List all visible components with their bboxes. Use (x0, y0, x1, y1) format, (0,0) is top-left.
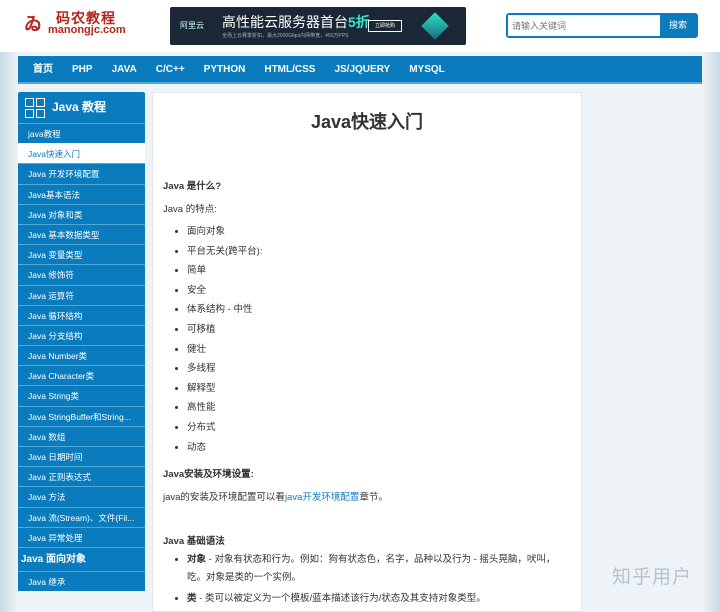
ad-headline-text: 高性能云服务器首台 (222, 14, 348, 30)
feature-item: 解释型 (187, 379, 571, 399)
install-link[interactable]: java开发环境配置 (285, 492, 359, 503)
nav-js-jquery[interactable]: JS/JQUERY (334, 56, 390, 82)
section-heading: Java 基础语法 (163, 536, 225, 548)
header: ゐ 码农教程 manongjc.com 阿里云 高性能云服务器首台5折 全场上云… (0, 0, 720, 52)
sidebar-item[interactable]: Java 基本数据类型 (18, 223, 145, 245)
search-input[interactable] (508, 15, 664, 36)
nav-java[interactable]: JAVA (112, 56, 137, 82)
sidebar-item[interactable]: Java 修饰符 (18, 264, 145, 285)
list-item: 类 - 类可以被定义为一个模板/蓝本描述该行为/状态及其支持对象类型。 (187, 590, 571, 608)
feature-item: 安全 (187, 281, 571, 301)
sidebar-item[interactable]: Java 方法 (18, 486, 145, 507)
ad-discount: 5折 (348, 14, 370, 30)
features-label: Java 的特点: (163, 204, 217, 215)
site-logo[interactable]: ゐ 码农教程 manongjc.com (20, 8, 130, 38)
nav-html-css[interactable]: HTML/CSS (264, 56, 315, 82)
page-title: Java快速入门 (310, 112, 424, 132)
basics-list: 对象 - 对象有状态和行为。例如：狗有状态色，名字，品种以及行为 - 摇头晃脑，… (187, 551, 571, 608)
grid-icon (25, 98, 45, 118)
sidebar-item[interactable]: Java Number类 (18, 345, 145, 366)
sidebar-item[interactable]: Java基本语法 (18, 183, 145, 204)
sidebar-item[interactable]: Java 循环结构 (18, 304, 145, 325)
nav-home[interactable]: 首页 (33, 56, 53, 82)
article: Java快速入门 Java 是什么? Java 的特点: 面向对象平台无关(跨平… (152, 92, 582, 612)
feature-item: 健壮 (187, 340, 571, 360)
ad-headline: 高性能云服务器首台5折 (222, 12, 370, 32)
nav-mysql[interactable]: MYSQL (409, 56, 445, 82)
sidebar-group-oop[interactable]: Java 面向对象 (18, 546, 145, 571)
sidebar-item[interactable]: Java 开发环境配置 (18, 163, 145, 184)
sidebar: Java 教程 java教程 Java快速入门 Java 开发环境配置 Java基本语… (18, 92, 145, 592)
sidebar-item[interactable]: Java Character类 (18, 365, 145, 386)
watermark: 知乎用户 (612, 567, 693, 588)
term: 对象 (187, 554, 207, 566)
logo-icon: ゐ (24, 14, 42, 34)
ad-subtext: 全场上云赛季折扣，最大2000Gbps内网带宽，450万PPS (222, 33, 349, 39)
feature-item: 平台无关(跨平台): (187, 242, 571, 262)
sidebar-item[interactable]: Java String类 (18, 385, 145, 406)
install-paragraph: java的安装及环境配置可以看java开发环境配置章节。 (163, 489, 571, 503)
sidebar-item[interactable]: Java 变量类型 (18, 244, 145, 265)
sidebar-item[interactable]: Java 运算符 (18, 284, 145, 305)
search-box: 搜索 (506, 13, 698, 38)
sidebar-title: Java 教程 (52, 100, 107, 114)
sidebar-item[interactable]: Java 对象和类 (18, 203, 145, 224)
section-heading: Java安装及环境设置: (163, 469, 254, 481)
ad-banner[interactable]: 阿里云 高性能云服务器首台5折 全场上云赛季折扣，最大2000Gbps内网带宽，… (170, 7, 466, 45)
nav-php[interactable]: PHP (72, 56, 93, 82)
ad-brand: 阿里云 (180, 21, 204, 30)
ad-button[interactable]: 立即抢购 (368, 20, 402, 32)
feature-item: 面向对象 (187, 222, 571, 242)
sidebar-item[interactable]: Java快速入门 (18, 143, 145, 164)
nav-c[interactable]: C/C++ (156, 56, 185, 82)
feature-item: 分布式 (187, 418, 571, 438)
sidebar-item[interactable]: Java 日期时间 (18, 446, 145, 467)
sidebar-item[interactable]: Java 流(Stream)、文件(Fil... (18, 506, 145, 527)
main-nav: 首页 PHP JAVA C/C++ PYTHON HTML/CSS JS/JQU… (18, 56, 702, 84)
features-list: 面向对象平台无关(跨平台):简单安全体系结构 - 中性可移植健壮多线程解释型高性… (187, 222, 571, 457)
sidebar-item[interactable]: java教程 (18, 123, 145, 144)
feature-item: 可移植 (187, 320, 571, 340)
section-heading: Java 是什么? (163, 181, 222, 192)
feature-item: 体系结构 - 中性 (187, 300, 571, 320)
desc: - 对象有状态和行为。例如：狗有状态色，名字，品种以及行为 - 摇头晃脑，吠叫，… (187, 554, 556, 584)
feature-item: 高性能 (187, 398, 571, 418)
feature-item: 简单 (187, 261, 571, 281)
cube-icon (421, 12, 449, 40)
install-text: java的安装及环境配置可以看 (163, 492, 285, 504)
sidebar-item[interactable]: Java StringBuffer和String... (18, 405, 145, 426)
sidebar-item[interactable]: Java 继承 (18, 570, 145, 592)
feature-item: 多线程 (187, 359, 571, 379)
list-item: 对象 - 对象有状态和行为。例如：狗有状态色，名字，品种以及行为 - 摇头晃脑，… (187, 551, 571, 587)
sidebar-header: Java 教程 (18, 92, 145, 123)
logo-domain: manongjc.com (48, 24, 126, 36)
sidebar-item[interactable]: Java 分支结构 (18, 324, 145, 346)
search-button[interactable]: 搜索 (660, 13, 696, 38)
sidebar-item[interactable]: Java 数组 (18, 425, 145, 446)
sidebar-item[interactable]: Java 正则表达式 (18, 466, 145, 487)
feature-item: 动态 (187, 438, 571, 458)
nav-python[interactable]: PYTHON (204, 56, 246, 82)
sidebar-item[interactable]: Java 异常处理 (18, 526, 145, 547)
install-text-end: 章节。 (359, 492, 388, 504)
